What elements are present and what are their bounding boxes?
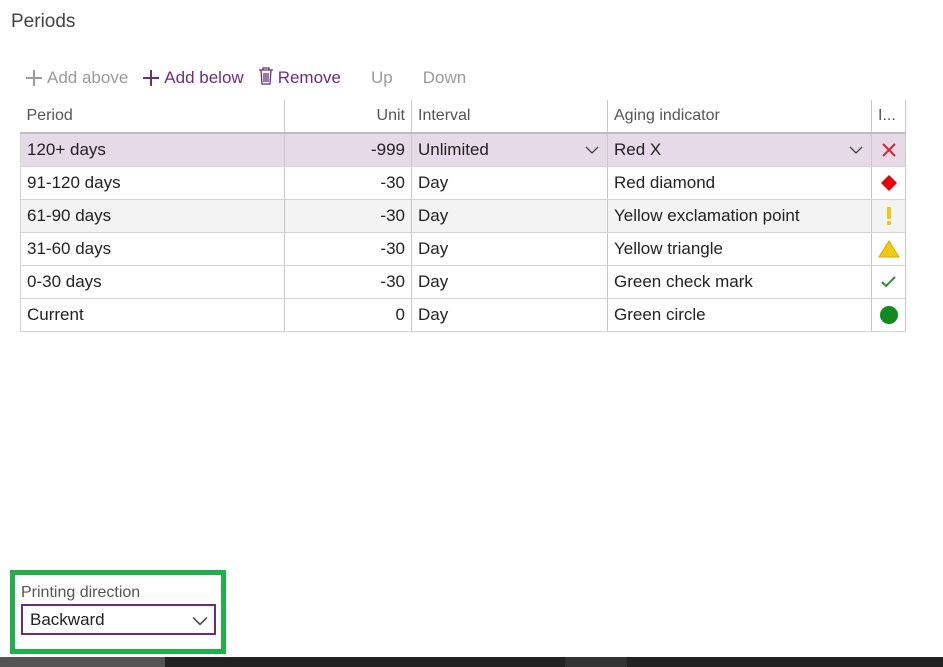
up-button[interactable]: Up xyxy=(371,68,393,88)
header-icon[interactable]: I... xyxy=(871,100,906,134)
plus-icon xyxy=(142,69,160,87)
plus-icon xyxy=(25,69,43,87)
table-row[interactable]: Current 0 Day Green circle xyxy=(20,298,906,332)
red-diamond-icon xyxy=(880,175,897,192)
periods-grid: Period Unit Interval Aging indicator I..… xyxy=(20,100,906,332)
grid-toolbar: Add above Add below Remove Up Down xyxy=(25,66,480,90)
grid-header-row: Period Unit Interval Aging indicator I..… xyxy=(20,100,906,134)
chevron-down-icon xyxy=(849,146,863,154)
aging-cell[interactable]: Green circle xyxy=(607,298,872,332)
yellow-triangle-icon xyxy=(877,240,900,258)
unit-cell[interactable]: -999 xyxy=(284,133,412,167)
add-above-label: Add above xyxy=(47,68,129,87)
period-cell[interactable]: Current xyxy=(20,298,285,332)
indicator-cell xyxy=(871,133,906,167)
header-unit[interactable]: Unit xyxy=(284,100,412,134)
interval-cell[interactable]: Day xyxy=(411,166,608,200)
period-cell[interactable]: 0-30 days xyxy=(20,265,285,299)
aging-indicator-dropdown[interactable]: Red X xyxy=(607,133,872,167)
add-above-button[interactable]: Add above xyxy=(25,68,128,88)
indicator-cell xyxy=(871,298,906,332)
unit-cell[interactable]: 0 xyxy=(284,298,412,332)
aging-cell[interactable]: Red diamond xyxy=(607,166,872,200)
period-cell[interactable]: 120+ days xyxy=(20,133,285,167)
interval-cell[interactable]: Day xyxy=(411,298,608,332)
table-row[interactable]: 120+ days -999 Unlimited Red X xyxy=(20,133,906,167)
aging-value: Red X xyxy=(614,139,662,159)
printing-direction-label: Printing direction xyxy=(21,584,141,601)
interval-dropdown[interactable]: Unlimited xyxy=(411,133,608,167)
table-row[interactable]: 91-120 days -30 Day Red diamond xyxy=(20,166,906,200)
header-period[interactable]: Period xyxy=(20,100,285,134)
table-row[interactable]: 0-30 days -30 Day Green check mark xyxy=(20,265,906,299)
red-x-icon xyxy=(881,143,896,157)
indicator-cell xyxy=(871,166,906,200)
printing-direction-select[interactable]: Backward xyxy=(21,604,216,635)
header-aging-indicator[interactable]: Aging indicator xyxy=(607,100,872,134)
aging-cell[interactable]: Yellow exclamation point xyxy=(607,199,872,233)
down-button[interactable]: Down xyxy=(423,68,466,88)
down-label: Down xyxy=(422,68,467,87)
indicator-cell xyxy=(871,265,906,299)
remove-button[interactable]: Remove xyxy=(258,66,341,90)
unit-cell[interactable]: -30 xyxy=(284,199,412,233)
scrollbar-segment xyxy=(565,657,627,667)
unit-cell[interactable]: -30 xyxy=(284,265,412,299)
unit-cell[interactable]: -30 xyxy=(284,232,412,266)
green-circle-icon xyxy=(879,305,898,324)
printing-direction-group: Printing direction Backward xyxy=(10,570,226,654)
unit-cell[interactable]: -30 xyxy=(284,166,412,200)
table-row[interactable]: 31-60 days -30 Day Yellow triangle xyxy=(20,232,906,266)
aging-cell[interactable]: Green check mark xyxy=(607,265,872,299)
indicator-cell xyxy=(871,232,906,266)
remove-label: Remove xyxy=(277,68,341,87)
interval-value: Unlimited xyxy=(418,139,489,159)
trash-icon xyxy=(258,66,274,90)
chevron-down-icon xyxy=(585,146,599,154)
period-cell[interactable]: 91-120 days xyxy=(20,166,285,200)
aging-cell[interactable]: Yellow triangle xyxy=(607,232,872,266)
header-interval[interactable]: Interval xyxy=(411,100,608,134)
add-below-button[interactable]: Add below xyxy=(142,68,244,88)
chevron-down-icon xyxy=(192,617,208,626)
scrollbar-thumb[interactable] xyxy=(0,657,165,667)
period-cell[interactable]: 31-60 days xyxy=(20,232,285,266)
table-row[interactable]: 61-90 days -30 Day Yellow exclamation po… xyxy=(20,199,906,233)
indicator-cell xyxy=(871,199,906,233)
interval-cell[interactable]: Day xyxy=(411,232,608,266)
section-title: Periods xyxy=(11,11,76,32)
interval-cell[interactable]: Day xyxy=(411,199,608,233)
up-label: Up xyxy=(371,68,393,87)
yellow-exclamation-icon xyxy=(886,206,891,225)
green-check-icon xyxy=(880,276,896,288)
printing-direction-value: Backward xyxy=(30,610,105,629)
add-below-label: Add below xyxy=(164,68,244,87)
interval-cell[interactable]: Day xyxy=(411,265,608,299)
period-cell[interactable]: 61-90 days xyxy=(20,199,285,233)
